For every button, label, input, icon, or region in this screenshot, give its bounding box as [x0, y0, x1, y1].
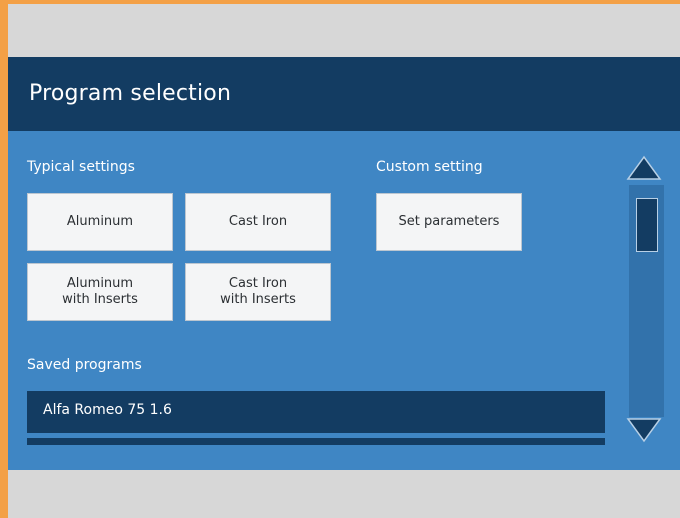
- scrollbar-thumb[interactable]: [636, 198, 658, 252]
- saved-programs-label: Saved programs: [27, 357, 142, 373]
- custom-setting-label: Custom setting: [376, 159, 483, 175]
- triangle-up-icon[interactable]: [626, 153, 662, 181]
- aluminum-with-inserts-button[interactable]: Aluminum with Inserts: [27, 263, 173, 321]
- list-item-partial[interactable]: [27, 438, 605, 445]
- triangle-down-icon[interactable]: [626, 417, 662, 445]
- list-item[interactable]: Alfa Romeo 75 1.6: [27, 391, 605, 433]
- page-title: Program selection: [29, 81, 232, 106]
- set-parameters-button[interactable]: Set parameters: [376, 193, 522, 251]
- saved-programs-list: Alfa Romeo 75 1.6: [27, 391, 605, 445]
- cast-iron-with-inserts-button[interactable]: Cast Iron with Inserts: [185, 263, 331, 321]
- aluminum-button[interactable]: Aluminum: [27, 193, 173, 251]
- header-bar: Program selection: [8, 57, 680, 131]
- typical-settings-label: Typical settings: [27, 159, 135, 175]
- main-panel: Typical settings Custom setting Aluminum…: [8, 131, 680, 470]
- cast-iron-button[interactable]: Cast Iron: [185, 193, 331, 251]
